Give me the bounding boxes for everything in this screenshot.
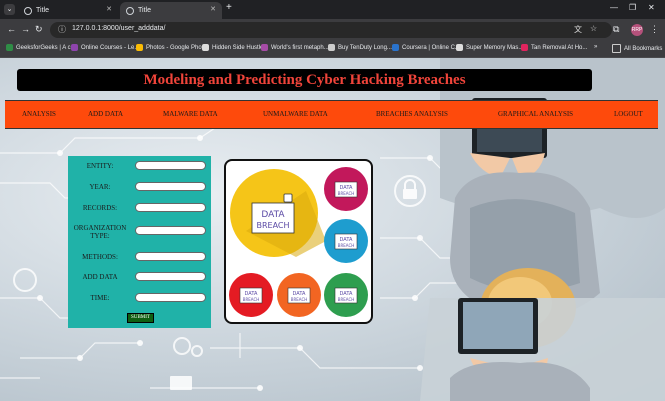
add-data-label: ADD DATA [82,273,118,281]
bookmarks-bar: GeeksforGeeks | A c... Online Courses - … [0,41,665,58]
svg-text:BREACH: BREACH [243,297,260,302]
organization-type-input[interactable] [135,226,206,235]
url-text[interactable]: 127.0.0.1:8000/user_adddata/ [72,25,165,32]
close-icon[interactable]: ✕ [210,5,216,13]
bookmark-item[interactable]: Tan Removal At Ho... [521,44,587,51]
page-viewport: Modeling and Predicting Cyber Hacking Br… [0,58,665,401]
bookmark-icon [261,44,268,51]
data-breach-badge-orange: DATA BREACH [277,273,321,317]
forward-icon[interactable]: → [21,24,30,34]
data-breach-illustration: DATA BREACH DATA BREACH DATA BREACH DATA… [224,159,373,324]
svg-text:DATA: DATA [261,210,285,220]
bookmark-item[interactable]: Hidden Side Hustle [202,44,263,51]
bookmark-item[interactable]: Super Memory Mas... [456,44,523,51]
menu-analysis[interactable]: ANALYSIS [22,110,56,118]
bookmark-icon [328,44,335,51]
menu-graphical-analysis[interactable]: GRAPHICAL ANALYSIS [498,110,573,118]
back-icon[interactable]: ← [7,24,16,34]
menu-breaches-analysis[interactable]: BREACHES ANALYSIS [376,110,448,118]
data-breach-badge-large: DATA BREACH [230,169,326,257]
data-breach-badges: DATA BREACH DATA BREACH DATA BREACH DATA… [229,167,368,317]
bookmark-icon [392,44,399,51]
bookmark-icon [136,44,143,51]
svg-text:BREACH: BREACH [291,297,308,302]
bookmark-star-icon[interactable]: ☆ [590,24,597,33]
tab-2[interactable]: Title ✕ [120,2,222,19]
records-input[interactable] [135,203,206,212]
entity-input[interactable] [135,161,206,170]
data-breach-badge-red: DATA BREACH [229,273,273,317]
bookmark-icon [202,44,209,51]
navigation-bar: ← → ↻ ⓘ 127.0.0.1:8000/user_adddata/ 文 ☆… [0,19,665,41]
tab-title: Title [138,7,151,14]
menu-icon[interactable]: ⋮ [650,24,659,35]
methods-input[interactable] [135,252,206,261]
time-input[interactable] [135,293,206,302]
bookmark-item[interactable]: Coursera | Online C... [392,44,460,51]
methods-label: METHODS: [82,253,118,261]
svg-text:BREACH: BREACH [338,191,355,196]
svg-text:BREACH: BREACH [256,221,289,230]
close-window-button[interactable]: ✕ [648,3,655,12]
maximize-button[interactable]: ❐ [629,3,636,12]
bookmark-item[interactable]: Buy TenDuty Long... [328,44,392,51]
bookmark-icon [456,44,463,51]
bookmark-item[interactable]: Photos - Google Pho... [136,44,207,51]
profile-avatar[interactable]: RRP [631,24,643,36]
bookmark-item[interactable]: GeeksforGeeks | A c... [6,44,76,51]
bookmark-item[interactable]: World's first metaph... [261,44,329,51]
bookmarks-overflow[interactable]: » [594,44,597,50]
data-breach-badge-green: DATA BREACH [324,273,368,317]
new-tab-button[interactable]: + [226,2,232,13]
close-icon[interactable]: ✕ [106,5,112,13]
site-info-icon[interactable]: ⓘ [58,24,66,35]
data-breach-badge-magenta: DATA BREACH [324,167,368,211]
tab-title: Title [36,7,49,14]
globe-icon [126,6,134,15]
svg-text:BREACH: BREACH [338,243,355,248]
address-bar[interactable]: ⓘ 127.0.0.1:8000/user_adddata/ 文 ☆ [50,22,612,38]
entity-label: ENTITY: [86,162,114,170]
add-data-form: ENTITY: YEAR: RECORDS: ORGANIZATION TYPE… [68,156,211,328]
data-breach-badge-cyan: DATA BREACH [324,219,368,263]
page-title: Modeling and Predicting Cyber Hacking Br… [143,72,466,88]
tab-strip: ⌄ Title ✕ Title ✕ + — ❐ ✕ [0,0,665,19]
menu-malware-data[interactable]: MALWARE DATA [163,110,218,118]
minimize-button[interactable]: — [610,3,618,12]
menu-logout[interactable]: LOGOUT [614,110,643,118]
globe-icon [24,6,32,15]
bookmark-icon [71,44,78,51]
year-label: YEAR: [89,183,111,191]
organization-type-label: ORGANIZATION TYPE: [73,224,127,240]
bookmark-icon [6,44,13,51]
page-title-banner: Modeling and Predicting Cyber Hacking Br… [17,69,592,91]
tab-1[interactable]: Title ✕ [18,2,118,19]
svg-text:BREACH: BREACH [338,297,355,302]
menu-unmalware-data[interactable]: UNMALWARE DATA [263,110,328,118]
main-menu: ANALYSIS ADD DATA MALWARE DATA UNMALWARE… [5,100,658,129]
translate-icon[interactable]: 文 [574,24,582,35]
bookmark-item[interactable]: Online Courses - Le... [71,44,139,51]
year-input[interactable] [135,182,206,191]
records-label: RECORDS: [82,204,118,212]
folder-icon [612,44,621,53]
all-bookmarks[interactable]: All Bookmarks [612,44,662,53]
add-data-input[interactable] [135,272,206,281]
time-label: TIME: [90,294,110,302]
bookmark-icon [521,44,528,51]
reload-icon[interactable]: ↻ [35,24,43,35]
tab-search-button[interactable]: ⌄ [4,4,15,15]
menu-add-data[interactable]: ADD DATA [88,110,123,118]
submit-button[interactable]: SUBMIT [127,313,154,323]
extensions-icon[interactable]: ⧉ [613,24,619,35]
